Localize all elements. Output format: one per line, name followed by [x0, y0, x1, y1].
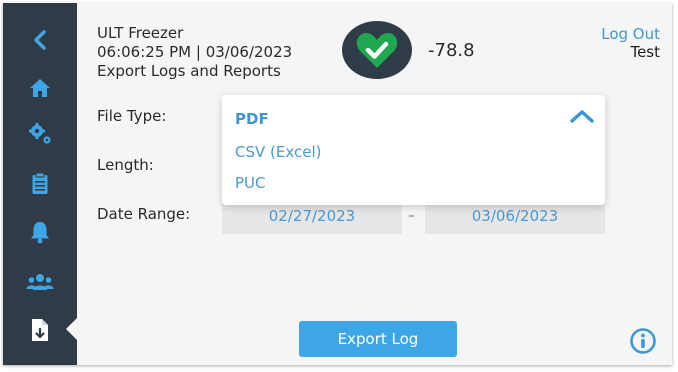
- sidebar-item-export[interactable]: [25, 315, 55, 345]
- export-log-label: Export Log: [337, 330, 419, 348]
- date-separator: –: [408, 208, 415, 224]
- screen: ULT Freezer 06:06:25 PM | 03/06/2023 Exp…: [3, 3, 672, 365]
- heart-check-icon: [356, 33, 398, 68]
- temperature-readout: -78.8: [428, 40, 475, 61]
- home-icon: [30, 79, 50, 97]
- file-type-label: File Type:: [97, 107, 167, 125]
- dropdown-option-puc[interactable]: PUC: [235, 174, 266, 192]
- sidebar-item-logs[interactable]: [25, 169, 55, 199]
- length-label: Length:: [97, 156, 154, 174]
- active-indicator: [66, 318, 77, 340]
- settings-gears-icon: [29, 123, 51, 144]
- date-range-label: Date Range:: [97, 205, 191, 223]
- sidebar-item-home[interactable]: [25, 73, 55, 103]
- date-end-value: 03/06/2023: [471, 206, 559, 225]
- dropdown-option-pdf[interactable]: PDF: [235, 110, 269, 128]
- sidebar-item-settings[interactable]: [25, 119, 55, 149]
- clipboard-icon: [32, 172, 48, 194]
- file-type-dropdown[interactable]: PDF CSV (Excel) PUC: [222, 95, 605, 205]
- dropdown-option-csv[interactable]: CSV (Excel): [235, 143, 321, 161]
- datetime: 06:06:25 PM | 03/06/2023: [97, 43, 293, 61]
- logout-link[interactable]: Log Out: [601, 25, 660, 43]
- sidebar: [3, 3, 77, 365]
- back-button[interactable]: [25, 25, 55, 55]
- sidebar-item-users[interactable]: [25, 267, 55, 297]
- user-name: Test: [630, 43, 660, 61]
- users-icon: [26, 274, 54, 290]
- export-file-icon: [32, 319, 48, 341]
- device-name: ULT Freezer: [97, 24, 184, 42]
- page-title: Export Logs and Reports: [97, 62, 281, 80]
- bell-icon: [31, 222, 49, 244]
- date-start-value: 02/27/2023: [268, 206, 356, 225]
- back-chevron-icon: [34, 30, 46, 50]
- sidebar-item-alarms[interactable]: [25, 217, 55, 247]
- export-log-button[interactable]: Export Log: [299, 321, 457, 357]
- status-indicator: [342, 21, 412, 79]
- info-icon[interactable]: [629, 327, 657, 355]
- chevron-up-icon[interactable]: [569, 108, 595, 124]
